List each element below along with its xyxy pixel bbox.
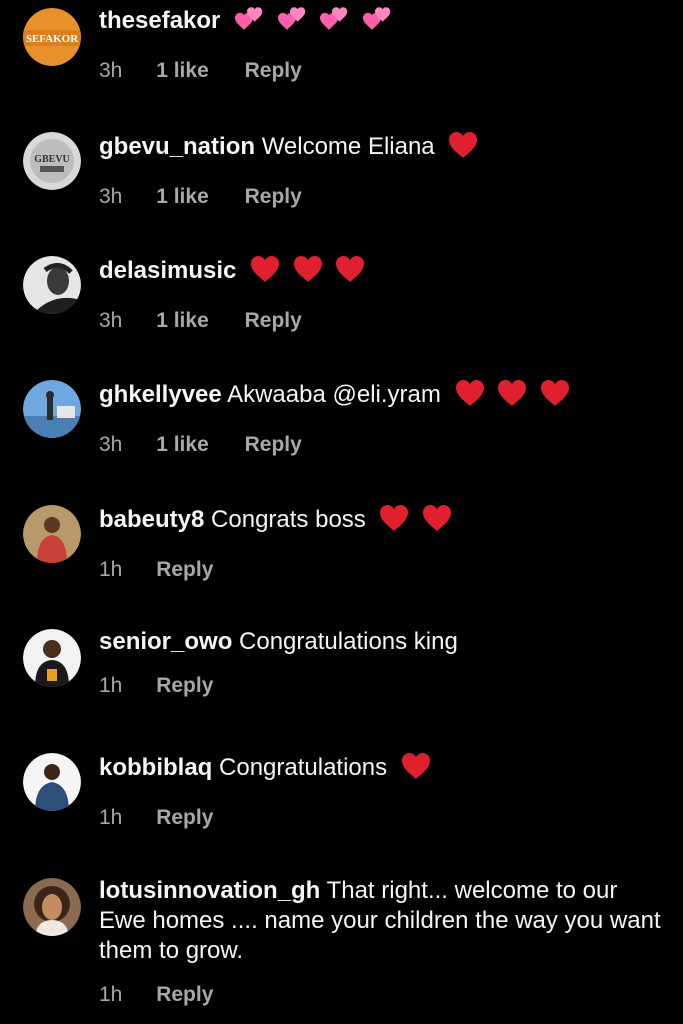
comment-text: thesefakor bbox=[99, 4, 664, 42]
red-heart-emoji-icon bbox=[292, 254, 324, 284]
comment-meta: 1h Reply bbox=[99, 982, 664, 1008]
comment-time: 1h bbox=[99, 558, 123, 581]
reply-button[interactable]: Reply bbox=[245, 308, 302, 334]
red-heart-emoji-icon bbox=[496, 378, 528, 408]
two-hearts-emoji-icon bbox=[276, 4, 308, 34]
comment-username[interactable]: senior_owo bbox=[99, 628, 232, 655]
comment-username[interactable]: delasimusic bbox=[99, 257, 236, 284]
comment-message: Welcome Eliana bbox=[261, 133, 435, 160]
comment-time: 3h bbox=[99, 433, 123, 456]
comment-meta: 3h 1 like Reply bbox=[99, 58, 664, 84]
two-hearts-emoji-icon bbox=[233, 4, 265, 34]
red-heart-emoji-icon bbox=[454, 378, 486, 408]
comment-emojis bbox=[378, 503, 457, 541]
comment-username[interactable]: thesefakor bbox=[99, 7, 220, 34]
two-hearts-emoji-icon bbox=[361, 4, 393, 34]
comment-emojis bbox=[400, 751, 436, 789]
comment-meta: 1h Reply bbox=[99, 673, 664, 699]
avatar[interactable]: GBEVU bbox=[23, 132, 81, 190]
reply-button[interactable]: Reply bbox=[245, 58, 302, 84]
comment-text: gbevu_nation Welcome Eliana bbox=[99, 130, 664, 168]
two-hearts-emoji-icon bbox=[318, 4, 350, 34]
avatar[interactable] bbox=[23, 878, 81, 936]
avatar[interactable] bbox=[23, 753, 81, 811]
avatar[interactable] bbox=[23, 629, 81, 687]
comment-likes[interactable]: 1 like bbox=[156, 184, 209, 210]
comment-message: Congratulations bbox=[219, 754, 388, 781]
comment-time: 1h bbox=[99, 983, 123, 1006]
red-heart-emoji-icon bbox=[334, 254, 366, 284]
avatar[interactable] bbox=[23, 505, 81, 563]
comment-likes[interactable]: 1 like bbox=[156, 58, 209, 84]
comment-emojis bbox=[233, 4, 397, 42]
avatar[interactable] bbox=[23, 380, 81, 438]
comment-text: ghkellyvee Akwaaba @eli.yram bbox=[99, 378, 664, 416]
reply-button[interactable]: Reply bbox=[156, 673, 213, 699]
comment-time: 3h bbox=[99, 309, 123, 332]
reply-button[interactable]: Reply bbox=[156, 982, 213, 1008]
reply-button[interactable]: Reply bbox=[245, 184, 302, 210]
red-heart-emoji-icon bbox=[421, 503, 453, 533]
avatar-logo-text: SEFAKOR bbox=[26, 33, 79, 45]
comment-time: 3h bbox=[99, 59, 123, 82]
comment-meta: 1h Reply bbox=[99, 557, 664, 583]
reply-button[interactable]: Reply bbox=[245, 432, 302, 458]
red-heart-emoji-icon bbox=[400, 751, 432, 781]
comment-message: Congratulations king bbox=[239, 628, 458, 655]
comment-meta: 1h Reply bbox=[99, 805, 664, 831]
reply-button[interactable]: Reply bbox=[156, 805, 213, 831]
red-heart-emoji-icon bbox=[447, 130, 479, 160]
comment-meta: 3h 1 like Reply bbox=[99, 184, 664, 210]
comment-meta: 3h 1 like Reply bbox=[99, 432, 664, 458]
comment-username[interactable]: lotusinnovation_gh bbox=[99, 877, 320, 904]
comment-text: lotusinnovation_gh That right... welcome… bbox=[99, 876, 664, 966]
comment-time: 3h bbox=[99, 185, 123, 208]
comment-time: 1h bbox=[99, 806, 123, 829]
comment-username[interactable]: gbevu_nation bbox=[99, 133, 255, 160]
red-heart-emoji-icon bbox=[378, 503, 410, 533]
comment-message: Congrats boss bbox=[211, 506, 366, 533]
comment-username[interactable]: babeuty8 bbox=[99, 506, 204, 533]
comment-meta: 3h 1 like Reply bbox=[99, 308, 664, 334]
comment-username[interactable]: ghkellyvee bbox=[99, 381, 222, 408]
comment-text: babeuty8 Congrats boss bbox=[99, 503, 664, 541]
red-heart-emoji-icon bbox=[249, 254, 281, 284]
comment-likes[interactable]: 1 like bbox=[156, 432, 209, 458]
comment-text: senior_owo Congratulations king bbox=[99, 627, 664, 657]
avatar-logo-text: GBEVU bbox=[34, 154, 70, 165]
red-heart-emoji-icon bbox=[539, 378, 571, 408]
reply-button[interactable]: Reply bbox=[156, 557, 213, 583]
comment-emojis bbox=[249, 254, 370, 292]
comment-text: delasimusic bbox=[99, 254, 664, 292]
avatar[interactable]: SEFAKOR bbox=[23, 8, 81, 66]
avatar[interactable] bbox=[23, 256, 81, 314]
comment-message: Akwaaba @eli.yram bbox=[227, 381, 441, 408]
comment-time: 1h bbox=[99, 674, 123, 697]
comment-username[interactable]: kobbiblaq bbox=[99, 754, 212, 781]
comment-likes[interactable]: 1 like bbox=[156, 308, 209, 334]
comment-emojis bbox=[447, 130, 483, 168]
comment-emojis bbox=[454, 378, 575, 416]
comment-text: kobbiblaq Congratulations bbox=[99, 751, 664, 789]
